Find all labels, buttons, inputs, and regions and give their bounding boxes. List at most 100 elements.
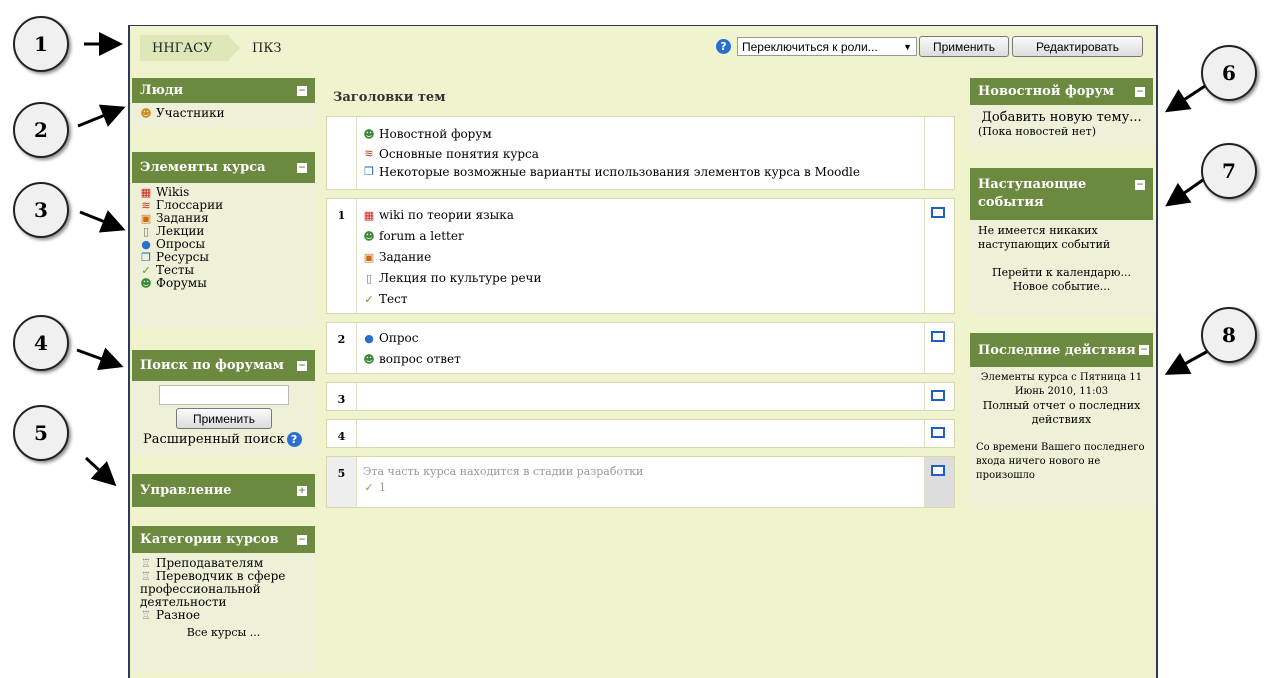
- callout-6: 6: [1201, 45, 1257, 101]
- course-categories-title: Категории курсов: [140, 532, 279, 547]
- arrow-3: [79, 210, 126, 233]
- category-item-translator[interactable]: ♖ Переводчик в сфере профессиональной де…: [140, 570, 307, 609]
- activity-wiki[interactable]: ▦ wiki по теории языка: [363, 205, 541, 226]
- activity-qa-forum[interactable]: ☻ вопрос ответ: [363, 349, 461, 370]
- callout-2: 2: [13, 102, 69, 158]
- forum-search-block: Поиск по форумам − Применить Расширенный…: [132, 350, 315, 456]
- activity-assignment[interactable]: ▣ Задание: [363, 247, 541, 268]
- arrow-6: [1164, 84, 1206, 113]
- collapse-icon[interactable]: −: [1135, 180, 1145, 190]
- course-elements-title: Элементы курса: [140, 160, 266, 175]
- add-topic-link[interactable]: Добавить новую тему...: [978, 110, 1145, 125]
- callout-1: 1: [13, 16, 69, 72]
- forum-icon: ☻: [363, 352, 375, 366]
- arrow-5: [84, 456, 117, 487]
- section-highlight-icon[interactable]: [931, 427, 945, 438]
- callout-4: 4: [13, 315, 69, 371]
- quiz-icon: ✓: [364, 292, 374, 306]
- people-block-title: Люди: [140, 83, 184, 98]
- new-event-link[interactable]: Новое событие...: [978, 280, 1145, 294]
- category-icon: ♖: [141, 608, 151, 622]
- arrow-2: [77, 104, 126, 128]
- forum-search-input[interactable]: [159, 385, 289, 405]
- callout-3: 3: [13, 182, 69, 238]
- expand-icon[interactable]: +: [297, 485, 307, 496]
- choice-icon: ●: [141, 237, 151, 251]
- sidebar-item-participants[interactable]: ☻ Участники: [140, 107, 307, 120]
- category-item-misc[interactable]: ♖ Разное: [140, 609, 307, 622]
- collapse-icon[interactable]: −: [1135, 86, 1145, 97]
- no-events-text: Не имеется никаких наступающих событий: [978, 224, 1111, 251]
- topic-outline-title: Заголовки тем: [333, 90, 446, 105]
- callout-8: 8: [1201, 307, 1257, 363]
- administration-block: Управление +: [132, 474, 315, 507]
- dropdown-arrow-icon: ▼: [903, 41, 912, 52]
- activity-choice[interactable]: ● Опрос: [363, 328, 461, 349]
- section-5: 5 Эта часть курса находится в стадии раз…: [326, 456, 955, 508]
- forum-icon: ☻: [363, 229, 375, 243]
- collapse-icon[interactable]: −: [297, 360, 307, 371]
- administration-title: Управление: [140, 483, 232, 498]
- forum-icon: ☻: [140, 276, 152, 290]
- glossary-icon: ≋: [141, 198, 151, 212]
- recent-activity-block: Последние действия − Элементы курса с Пя…: [970, 333, 1153, 510]
- help-icon[interactable]: ?: [286, 432, 302, 447]
- users-icon: ☻: [140, 106, 152, 120]
- resource-icon: ❐: [364, 165, 374, 178]
- apply-role-button[interactable]: Применить: [919, 36, 1009, 57]
- assignment-icon: ▣: [140, 211, 152, 225]
- course-elements-block: Элементы курса − ▦ Wikis ≋ Глоссарии ▣ Зада…: [132, 152, 315, 328]
- edit-button[interactable]: Редактировать: [1012, 36, 1143, 57]
- sidebar-item-forums[interactable]: ☻ Форумы: [140, 277, 307, 290]
- callout-7: 7: [1201, 143, 1257, 199]
- collapse-icon[interactable]: −: [1139, 345, 1149, 355]
- wiki-icon: ▦: [140, 185, 152, 199]
- activity-hidden-quiz[interactable]: ✓ 1: [363, 478, 643, 498]
- no-news-text: (Пока новостей нет): [978, 125, 1097, 138]
- news-forum-block: Новостной форум − Добавить новую тему...…: [970, 78, 1153, 150]
- advanced-search-link[interactable]: Расширенный поиск ?: [143, 432, 302, 447]
- role-switch-select[interactable]: Переключиться к роли... ▼: [737, 37, 917, 56]
- calendar-link[interactable]: Перейти к календарю...: [978, 266, 1145, 280]
- forum-search-button[interactable]: Применить: [176, 408, 272, 429]
- breadcrumb-home[interactable]: ННГАСУ: [140, 35, 240, 61]
- section-0: ☻ Новостной форум ≋ Основные понятия курса…: [326, 116, 955, 190]
- choice-icon: ●: [364, 331, 374, 345]
- quiz-icon: ✓: [364, 481, 374, 494]
- people-block: Люди − ☻ Участники: [132, 78, 315, 129]
- arrow-4: [76, 347, 124, 371]
- wiki-icon: ▦: [363, 208, 375, 222]
- all-courses-link[interactable]: Все курсы ...: [140, 626, 307, 639]
- help-icon[interactable]: ?: [716, 39, 731, 54]
- upcoming-events-title: Наступающие события: [978, 177, 1087, 210]
- news-forum-title: Новостной форум: [978, 84, 1115, 99]
- resource-icon: ❐: [141, 250, 151, 264]
- collapse-icon[interactable]: −: [297, 85, 307, 96]
- category-icon: ♖: [141, 556, 151, 570]
- activity-news-forum[interactable]: ☻ Новостной форум: [363, 124, 860, 145]
- arrow-8: [1164, 348, 1211, 375]
- section-highlight-icon[interactable]: [931, 331, 945, 342]
- role-select-value: Переключиться к роли...: [742, 39, 878, 54]
- activity-quiz[interactable]: ✓ Тест: [363, 289, 541, 310]
- activity-glossary[interactable]: ≋ Основные понятия курса: [363, 145, 860, 163]
- section-highlight-icon[interactable]: [931, 390, 945, 401]
- activity-lesson[interactable]: ▯ Лекция по культуре речи: [363, 268, 542, 289]
- collapse-icon[interactable]: −: [297, 534, 307, 545]
- breadcrumb-current: ПКЗ: [252, 40, 282, 56]
- section-highlight-icon[interactable]: [931, 207, 945, 218]
- activity-resource[interactable]: ❐ Некоторые возможные варианты использова…: [363, 163, 860, 181]
- forum-search-title: Поиск по форумам: [140, 358, 284, 373]
- full-report-link[interactable]: Полный отчет о последних действиях: [976, 399, 1147, 427]
- lesson-icon: ▯: [365, 271, 373, 285]
- section-4: 4: [326, 419, 955, 448]
- section-1: 1 ▦ wiki по теории языка ☻ forum a letter …: [326, 198, 955, 314]
- nothing-new-text: Со времени Вашего последнего входа ничег…: [976, 442, 1145, 481]
- assignment-icon: ▣: [363, 250, 375, 264]
- collapse-icon[interactable]: −: [297, 162, 307, 173]
- forum-icon: ☻: [363, 127, 375, 141]
- activity-forum[interactable]: ☻ forum a letter: [363, 226, 541, 247]
- section-2: 2 ● Опрос ☻ вопрос ответ: [326, 322, 955, 374]
- section-highlight-icon[interactable]: [931, 465, 945, 476]
- recent-activity-title: Последние действия: [978, 342, 1136, 358]
